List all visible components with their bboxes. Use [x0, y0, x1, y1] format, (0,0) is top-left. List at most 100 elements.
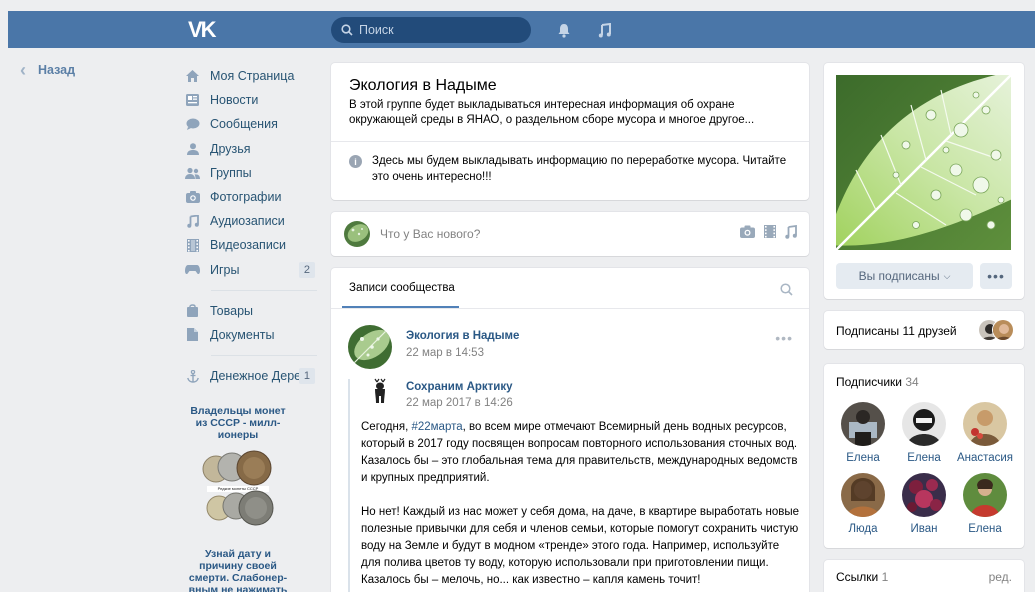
menu-item-news[interactable]: Новости	[185, 88, 317, 112]
post-paragraph: Но нет! Каждый из нас может у себя дома,…	[361, 506, 799, 586]
repost-avatar[interactable]	[367, 378, 393, 404]
ad-title: Владельцы монет из СССР - милл-ионеры	[190, 405, 286, 441]
subscriber-name: Анастасия	[956, 452, 1014, 464]
menu-item-documents[interactable]: Документы	[185, 323, 317, 347]
group-info-card: Экология в Надыме В этой группе будет вы…	[331, 63, 809, 200]
search-icon[interactable]	[780, 283, 793, 299]
menu-label: Сообщения	[210, 117, 278, 132]
top-bar: VK	[0, 0, 1035, 48]
menu-item-games[interactable]: Игры 2	[185, 258, 317, 282]
ad-caption: Редкие монеты СССР	[217, 486, 259, 491]
post-author[interactable]: Экология в Надыме	[406, 330, 519, 342]
vk-logo[interactable]: VK	[188, 17, 228, 42]
menu-label: Новости	[210, 93, 259, 108]
post-more-button[interactable]: •••	[775, 330, 793, 346]
menu-label: Товары	[210, 303, 253, 318]
composer-actions	[740, 224, 797, 242]
menu-label: Денежное Дере...	[210, 369, 312, 384]
subscriber-item[interactable]: Елена	[955, 473, 1015, 535]
menu-label: Документы	[210, 327, 275, 342]
subscriber-item[interactable]: Елена	[894, 402, 954, 464]
divider	[331, 308, 809, 309]
avatar	[902, 473, 946, 517]
composer-placeholder[interactable]: Что у Вас нового?	[380, 227, 480, 241]
back-label: Назад	[38, 63, 76, 77]
group-info-text: Здесь мы будем выкладывать информацию по…	[372, 155, 787, 183]
friends-subscribed-card[interactable]: Подписаны 11 друзей	[824, 311, 1024, 349]
repost-line	[348, 379, 350, 592]
button-label: Вы подписаны	[858, 269, 940, 283]
messages-icon	[185, 117, 200, 131]
links-title[interactable]: Ссылки 1	[836, 570, 888, 584]
menu-item-groups[interactable]: Группы	[185, 161, 317, 185]
bell-icon[interactable]	[554, 20, 574, 40]
post-composer[interactable]: Что у Вас нового?	[331, 212, 809, 256]
group-info-row: i Здесь мы будем выкладывать информацию …	[349, 153, 789, 185]
header: VK	[8, 11, 1035, 48]
menu-label: Видеозаписи	[210, 238, 287, 253]
more-actions-button[interactable]: •••	[980, 263, 1012, 289]
post-text: Сегодня, #22марта, во всем мире отмечают…	[361, 419, 801, 592]
groups-icon	[185, 166, 200, 180]
menu-item-video[interactable]: Видеозаписи	[185, 233, 317, 257]
friend-avatar	[992, 319, 1014, 341]
menu-item-money-tree[interactable]: Денежное Дере... 1	[185, 364, 317, 388]
post-date[interactable]: 22 мар в 14:53	[406, 347, 484, 359]
subscriber-item[interactable]: Елена	[833, 402, 893, 464]
links-card: Ссылки 1 ред.	[824, 560, 1024, 592]
music-icon[interactable]	[785, 224, 797, 242]
video-icon[interactable]	[764, 225, 776, 242]
subscriber-name: Елена	[907, 452, 941, 464]
subscriber-item[interactable]: Люда	[833, 473, 893, 535]
divider	[331, 141, 809, 142]
repost-author[interactable]: Сохраним Арктику	[406, 381, 513, 393]
menu-divider	[211, 355, 317, 357]
anchor-icon	[185, 369, 200, 383]
subscriber-name: Иван	[910, 523, 938, 535]
group-title: Экология в Надыме	[349, 77, 497, 94]
friends-subscribed-label: Подписаны 11 друзей	[836, 324, 957, 338]
menu-item-my-page[interactable]: Моя Страница	[185, 64, 317, 88]
subscriber-name: Люда	[848, 523, 878, 535]
ad-coins-image: Редкие монеты СССР	[198, 448, 278, 530]
repost-date[interactable]: 22 мар 2017 в 14:26	[406, 397, 513, 409]
avatar[interactable]	[348, 325, 392, 369]
home-icon	[185, 69, 200, 83]
ad-death-date[interactable]: Узнай дату и причину своей смерти. Слабо…	[185, 548, 291, 592]
search-box[interactable]	[331, 17, 531, 43]
menu-item-goods[interactable]: Товары	[185, 299, 317, 323]
menu-label: Аудиозаписи	[210, 214, 285, 229]
camera-icon	[185, 190, 200, 204]
games-count-badge: 2	[298, 261, 315, 278]
tab-community-posts[interactable]: Записи сообщества	[349, 282, 455, 294]
subscriber-item[interactable]: Иван	[894, 473, 954, 535]
ad-title: Узнай дату и причину своей смерти. Слабо…	[188, 548, 288, 592]
ad-coins[interactable]: Владельцы монет из СССР - милл-ионеры Ре…	[185, 405, 291, 530]
group-description: В этой группе будет выкладываться интере…	[349, 99, 755, 126]
menu-item-friends[interactable]: Друзья	[185, 137, 317, 161]
menu-item-audio[interactable]: Аудиозаписи	[185, 209, 317, 233]
title-text: Ссылки	[836, 570, 879, 584]
subscribed-button[interactable]: Вы подписаны ⌵	[836, 263, 973, 289]
text: Сегодня,	[361, 421, 412, 433]
menu-item-photos[interactable]: Фотографии	[185, 185, 317, 209]
avatar	[344, 221, 370, 247]
search-input[interactable]	[359, 23, 519, 37]
links-edit-link[interactable]: ред.	[989, 570, 1012, 584]
bag-icon	[185, 304, 200, 318]
subscriber-name: Елена	[968, 523, 1002, 535]
side-menu: Моя Страница Новости Сообщения Друзья Гр…	[185, 64, 317, 388]
camera-icon[interactable]	[740, 225, 755, 242]
avatar	[902, 402, 946, 446]
wall-card: Записи сообщества Экология в Надыме 22 м…	[331, 268, 809, 592]
group-cover-photo[interactable]	[836, 75, 1011, 250]
back-link[interactable]: ‹ Назад	[20, 60, 76, 80]
menu-label: Моя Страница	[210, 69, 295, 84]
chevron-left-icon: ‹	[20, 60, 26, 80]
hashtag-link[interactable]: #22марта	[411, 421, 462, 433]
subscriber-item[interactable]: Анастасия	[955, 402, 1015, 464]
subscribers-title[interactable]: Подписчики 34	[836, 375, 919, 389]
chevron-down-icon: ⌵	[943, 270, 951, 281]
menu-item-messages[interactable]: Сообщения	[185, 112, 317, 136]
music-icon[interactable]	[595, 20, 615, 40]
